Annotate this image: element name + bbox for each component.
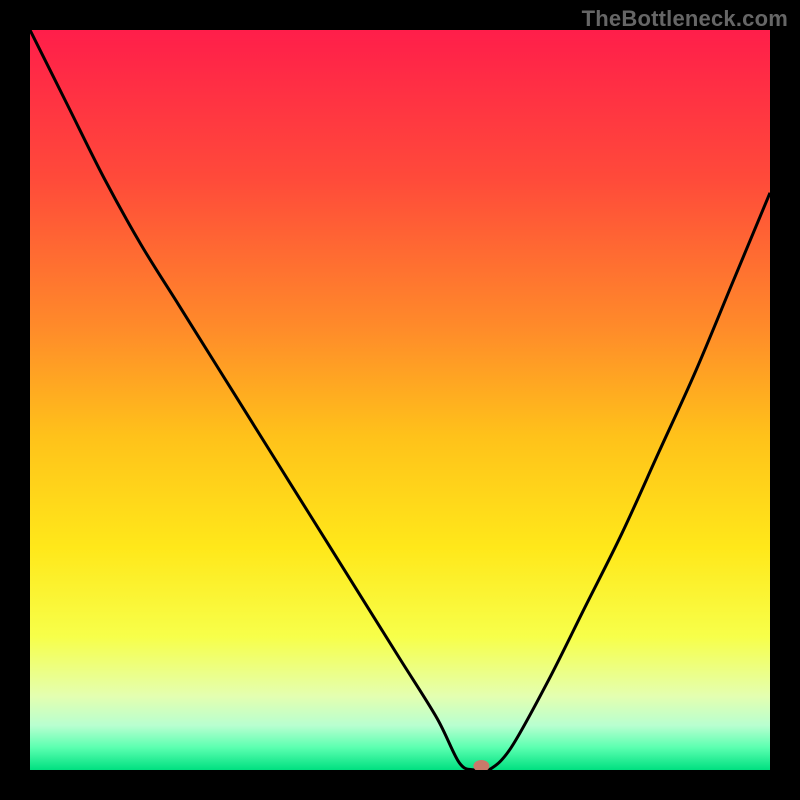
chart-frame: TheBottleneck.com [0, 0, 800, 800]
bottleneck-chart [30, 30, 770, 770]
watermark-text: TheBottleneck.com [582, 6, 788, 32]
plot-area [30, 30, 770, 770]
